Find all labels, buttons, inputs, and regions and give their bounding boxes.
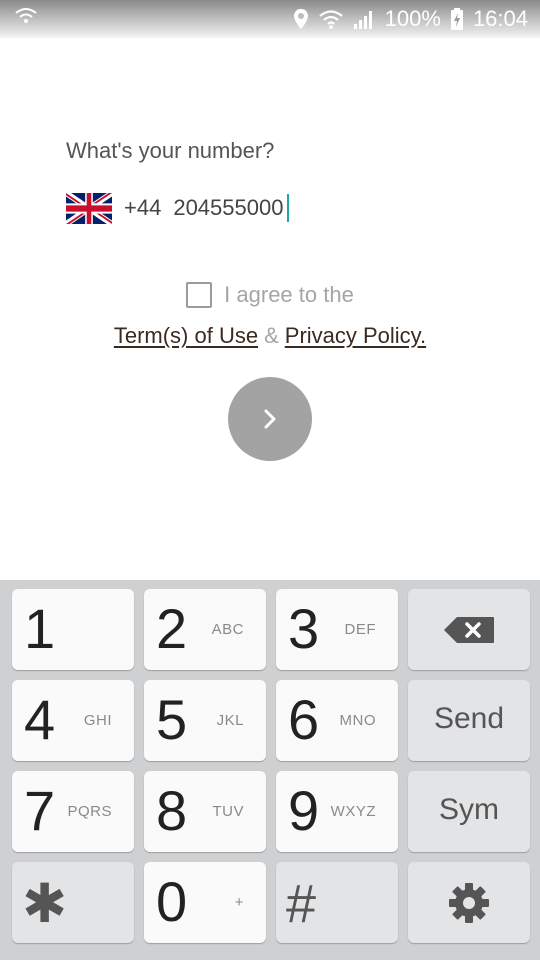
key-0[interactable]: 0 +: [144, 862, 266, 943]
settings-key[interactable]: [408, 862, 530, 943]
key-4[interactable]: 4 GHI: [12, 680, 134, 761]
uk-flag-icon[interactable]: [66, 192, 112, 224]
key-hash[interactable]: #: [276, 862, 398, 943]
key-1[interactable]: 1: [12, 589, 134, 670]
key-letters: ABC: [211, 621, 244, 638]
key-5[interactable]: 5 JKL: [144, 680, 266, 761]
key-digit: 8: [156, 779, 188, 842]
ampersand: &: [264, 323, 279, 348]
key-digit: 9: [288, 779, 320, 842]
key-8[interactable]: 8 TUV: [144, 771, 266, 852]
key-letters: MNO: [339, 712, 376, 729]
phone-number-input[interactable]: [173, 192, 334, 224]
key-digit: 1: [24, 597, 56, 660]
key-digit: 6: [288, 688, 320, 751]
gear-icon: [449, 882, 489, 923]
key-6[interactable]: 6 MNO: [276, 680, 398, 761]
key-letters: WXYZ: [330, 803, 376, 820]
key-letters: PQRS: [67, 803, 112, 820]
privacy-policy-link[interactable]: Privacy Policy.: [285, 323, 426, 348]
terms-of-use-link[interactable]: Term(s) of Use: [114, 323, 258, 348]
agree-row: I agree to the: [0, 282, 540, 308]
phone-input-row: +44: [66, 190, 334, 226]
numeric-keyboard: 1 2 ABC 3 DEF 4 GHI 5 JKL 6 MNO Send 7 P…: [0, 580, 540, 960]
send-label: Send: [433, 702, 505, 735]
clock: 16:04: [472, 6, 528, 31]
backspace-key[interactable]: [408, 589, 530, 670]
key-letters: +: [234, 894, 244, 911]
sym-key[interactable]: Sym: [408, 771, 530, 852]
key-3[interactable]: 3 DEF: [276, 589, 398, 670]
text-caret: [287, 194, 290, 222]
key-2[interactable]: 2 ABC: [144, 589, 266, 670]
key-digit: 4: [24, 688, 56, 751]
key-digit: 2: [156, 597, 188, 660]
key-digit: 0: [156, 870, 188, 933]
key-star[interactable]: ✱: [12, 862, 134, 943]
wifi-signal-icon: [318, 10, 343, 29]
key-digit: ✱: [22, 874, 68, 934]
send-key[interactable]: Send: [408, 680, 530, 761]
wifi-icon: [15, 8, 37, 23]
sym-label: Sym: [439, 793, 499, 826]
key-digit: 7: [24, 779, 56, 842]
key-letters: TUV: [212, 803, 244, 820]
agree-checkbox[interactable]: [186, 282, 213, 308]
cell-signal-icon: [353, 11, 372, 29]
location-icon: [293, 9, 308, 29]
chevron-right-icon: [264, 409, 276, 429]
key-digit: #: [286, 874, 317, 934]
key-letters: DEF: [344, 621, 376, 638]
key-9[interactable]: 9 WXYZ: [276, 771, 398, 852]
key-digit: 3: [288, 597, 320, 660]
battery-percent: 100%: [384, 6, 441, 31]
agree-label: I agree to the: [224, 282, 354, 307]
key-digit: 5: [156, 688, 188, 751]
next-button[interactable]: [228, 377, 312, 461]
key-letters: GHI: [83, 712, 112, 729]
number-prompt: What's your number?: [66, 138, 275, 163]
key-7[interactable]: 7 PQRS: [12, 771, 134, 852]
status-bar: 100% 16:04: [0, 0, 540, 38]
legal-links: Term(s) of Use & Privacy Policy.: [0, 323, 540, 349]
key-letters: JKL: [216, 712, 244, 729]
country-code[interactable]: +44: [124, 195, 161, 221]
backspace-icon: [444, 616, 494, 643]
battery-charging-icon: [450, 8, 463, 30]
